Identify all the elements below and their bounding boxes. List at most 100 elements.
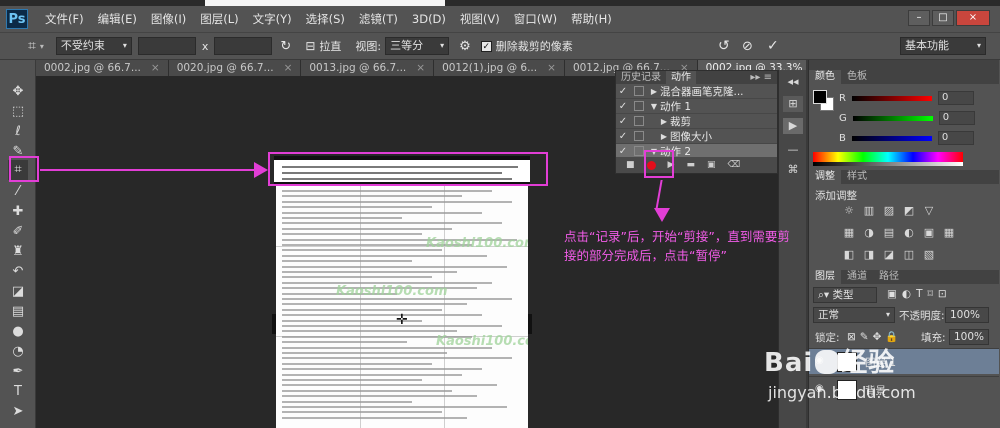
brush-tool-icon[interactable]: ✐	[8, 222, 28, 242]
dialog-toggle-box[interactable]	[634, 101, 644, 111]
menu-view[interactable]: 视图(V)	[453, 11, 507, 27]
invert-adjustment-icon[interactable]: ◧	[842, 248, 856, 262]
green-slider[interactable]	[852, 115, 933, 121]
foreground-color-swatch-top[interactable]	[813, 90, 827, 104]
dialog-toggle-box[interactable]	[634, 86, 644, 96]
panel-menu-icon[interactable]: ▸▸ ≡	[745, 71, 777, 84]
toggle-check-icon[interactable]: ✓	[616, 116, 630, 127]
brightness-adjustment-icon[interactable]: ☼	[842, 204, 856, 218]
menu-window[interactable]: 窗口(W)	[507, 11, 564, 27]
curves-adjustment-icon[interactable]: ▨	[882, 204, 896, 218]
blue-value[interactable]: 0	[937, 131, 974, 145]
green-value[interactable]: 0	[938, 111, 975, 125]
expand-arrow-icon[interactable]: ▶	[658, 117, 670, 126]
menu-file[interactable]: 文件(F)	[38, 11, 91, 27]
ratio-select[interactable]: 不受约束 ▾	[55, 37, 132, 55]
width-input[interactable]	[137, 37, 196, 55]
crop-tool-preset-icon[interactable]: ⌗	[28, 38, 36, 54]
height-input[interactable]	[214, 37, 273, 55]
threshold-adjustment-icon[interactable]: ◪	[882, 248, 896, 262]
collapse-arrow-icon[interactable]: ▼	[648, 102, 660, 111]
opacity-input[interactable]: 100%	[945, 307, 989, 323]
levels-adjustment-icon[interactable]: ▥	[862, 204, 876, 218]
vibrance-adjustment-icon[interactable]: ▽	[922, 204, 936, 218]
tab-layers[interactable]: 图层	[809, 270, 841, 284]
close-icon[interactable]: ×	[151, 60, 160, 76]
eyedropper-tool-icon[interactable]: ⁄	[8, 182, 28, 202]
action-row[interactable]: ✓ ▼ 动作 1	[616, 99, 777, 114]
toggle-check-icon[interactable]: ✓	[616, 86, 630, 97]
tab-actions[interactable]: 动作	[666, 71, 696, 84]
straighten-label[interactable]: 拉直	[319, 38, 341, 54]
new-action-icon[interactable]: ▣	[707, 160, 716, 170]
swap-icon[interactable]: ↻	[280, 39, 291, 54]
toggle-check-icon[interactable]: ✓	[616, 146, 630, 157]
healing-brush-icon[interactable]: ✚	[8, 202, 28, 222]
menu-layer[interactable]: 图层(L)	[193, 11, 245, 27]
layer-kind-filter[interactable]: ⌕▾ 类型	[813, 287, 877, 303]
cancel-icon[interactable]: ⊘	[742, 39, 753, 54]
close-button[interactable]: ×	[956, 10, 990, 26]
tab-adjustments[interactable]: 调整	[809, 170, 841, 184]
dialog-toggle-box[interactable]	[634, 146, 644, 156]
workspace-select[interactable]: 基本功能 ▾	[900, 37, 986, 55]
red-value[interactable]: 0	[937, 91, 974, 105]
pen-tool-icon[interactable]: ✒	[8, 362, 28, 382]
tab-history[interactable]: 历史记录	[616, 71, 666, 84]
close-icon[interactable]: ×	[547, 60, 556, 76]
red-slider[interactable]	[851, 95, 932, 101]
selective-color-adjustment-icon[interactable]: ▧	[922, 248, 936, 262]
action-row[interactable]: ✓ ▶ 图像大小	[616, 129, 777, 144]
tab-paths[interactable]: 路径	[873, 270, 905, 284]
gradient-map-adjustment-icon[interactable]: ◫	[902, 248, 916, 262]
clone-stamp-icon[interactable]: ♜	[8, 242, 28, 262]
move-tool-icon[interactable]: ✥	[8, 82, 28, 102]
menu-3d[interactable]: 3D(D)	[405, 12, 453, 26]
hue-saturation-adjustment-icon[interactable]: ▦	[842, 226, 856, 240]
expand-arrow-icon[interactable]: ▶	[658, 132, 670, 141]
history-brush-icon[interactable]: ↶	[8, 262, 28, 282]
marquee-tool-icon[interactable]: ⬚	[8, 102, 28, 122]
menu-image[interactable]: 图像(I)	[144, 11, 193, 27]
color-lookup-adjustment-icon[interactable]: ▦	[942, 226, 956, 240]
menu-type[interactable]: 文字(Y)	[246, 11, 299, 27]
color-balance-adjustment-icon[interactable]: ◑	[862, 226, 876, 240]
document-page[interactable]: Kaoshi100.com Kaoshi100.com Kaoshi100.co…	[276, 156, 528, 428]
delete-cropped-pixels-checkbox[interactable]: ✓	[480, 40, 492, 52]
crop-handle-right[interactable]	[528, 314, 532, 334]
blend-mode-select[interactable]: 正常 ▾	[813, 307, 895, 323]
dialog-toggle-box[interactable]	[634, 116, 644, 126]
doc-tab[interactable]: 0013.jpg @ 66.7... ×	[301, 60, 435, 76]
lasso-tool-icon[interactable]: ℓ	[8, 122, 28, 142]
tab-styles[interactable]: 样式	[841, 170, 873, 184]
stop-icon[interactable]: ■	[626, 160, 635, 170]
commit-check-icon[interactable]: ✓	[767, 38, 779, 54]
exposure-adjustment-icon[interactable]: ◩	[902, 204, 916, 218]
gradient-tool-icon[interactable]: ▤	[8, 302, 28, 322]
black-white-adjustment-icon[interactable]: ▤	[882, 226, 896, 240]
overlay-view-select[interactable]: 三等分 ▾	[385, 37, 450, 55]
action-row[interactable]: ✓ ▶ 裁剪	[616, 114, 777, 129]
reset-icon[interactable]: ↺	[718, 38, 730, 54]
toggle-check-icon[interactable]: ✓	[616, 101, 630, 112]
restore-button[interactable]: □	[932, 10, 954, 26]
type-tool-icon[interactable]: T	[8, 382, 28, 402]
menu-help[interactable]: 帮助(H)	[564, 11, 619, 27]
layer-filter-icons[interactable]: ▣◐T⌑⊡	[887, 288, 952, 300]
history-panel-icon[interactable]: ⊞	[783, 96, 803, 112]
tab-channels[interactable]: 通道	[841, 270, 873, 284]
actions-panel-icon[interactable]: ▶	[783, 118, 803, 134]
dodge-tool-icon[interactable]: ◔	[8, 342, 28, 362]
close-icon[interactable]: ×	[284, 60, 293, 76]
menu-filter[interactable]: 滤镜(T)	[352, 11, 405, 27]
blue-slider[interactable]	[851, 135, 932, 141]
straighten-icon[interactable]: ⊟	[305, 39, 315, 53]
close-icon[interactable]: ×	[416, 60, 425, 76]
doc-tab[interactable]: 0012(1).jpg @ 6... ×	[434, 60, 565, 76]
info-panel-icon[interactable]: ⌘	[783, 162, 803, 178]
action-row[interactable]: ✓ ▶ 混合器画笔克隆...	[616, 84, 777, 99]
eraser-tool-icon[interactable]: ◪	[8, 282, 28, 302]
posterize-adjustment-icon[interactable]: ◨	[862, 248, 876, 262]
channel-mixer-adjustment-icon[interactable]: ▣	[922, 226, 936, 240]
crop-handle-left[interactable]	[272, 314, 276, 334]
